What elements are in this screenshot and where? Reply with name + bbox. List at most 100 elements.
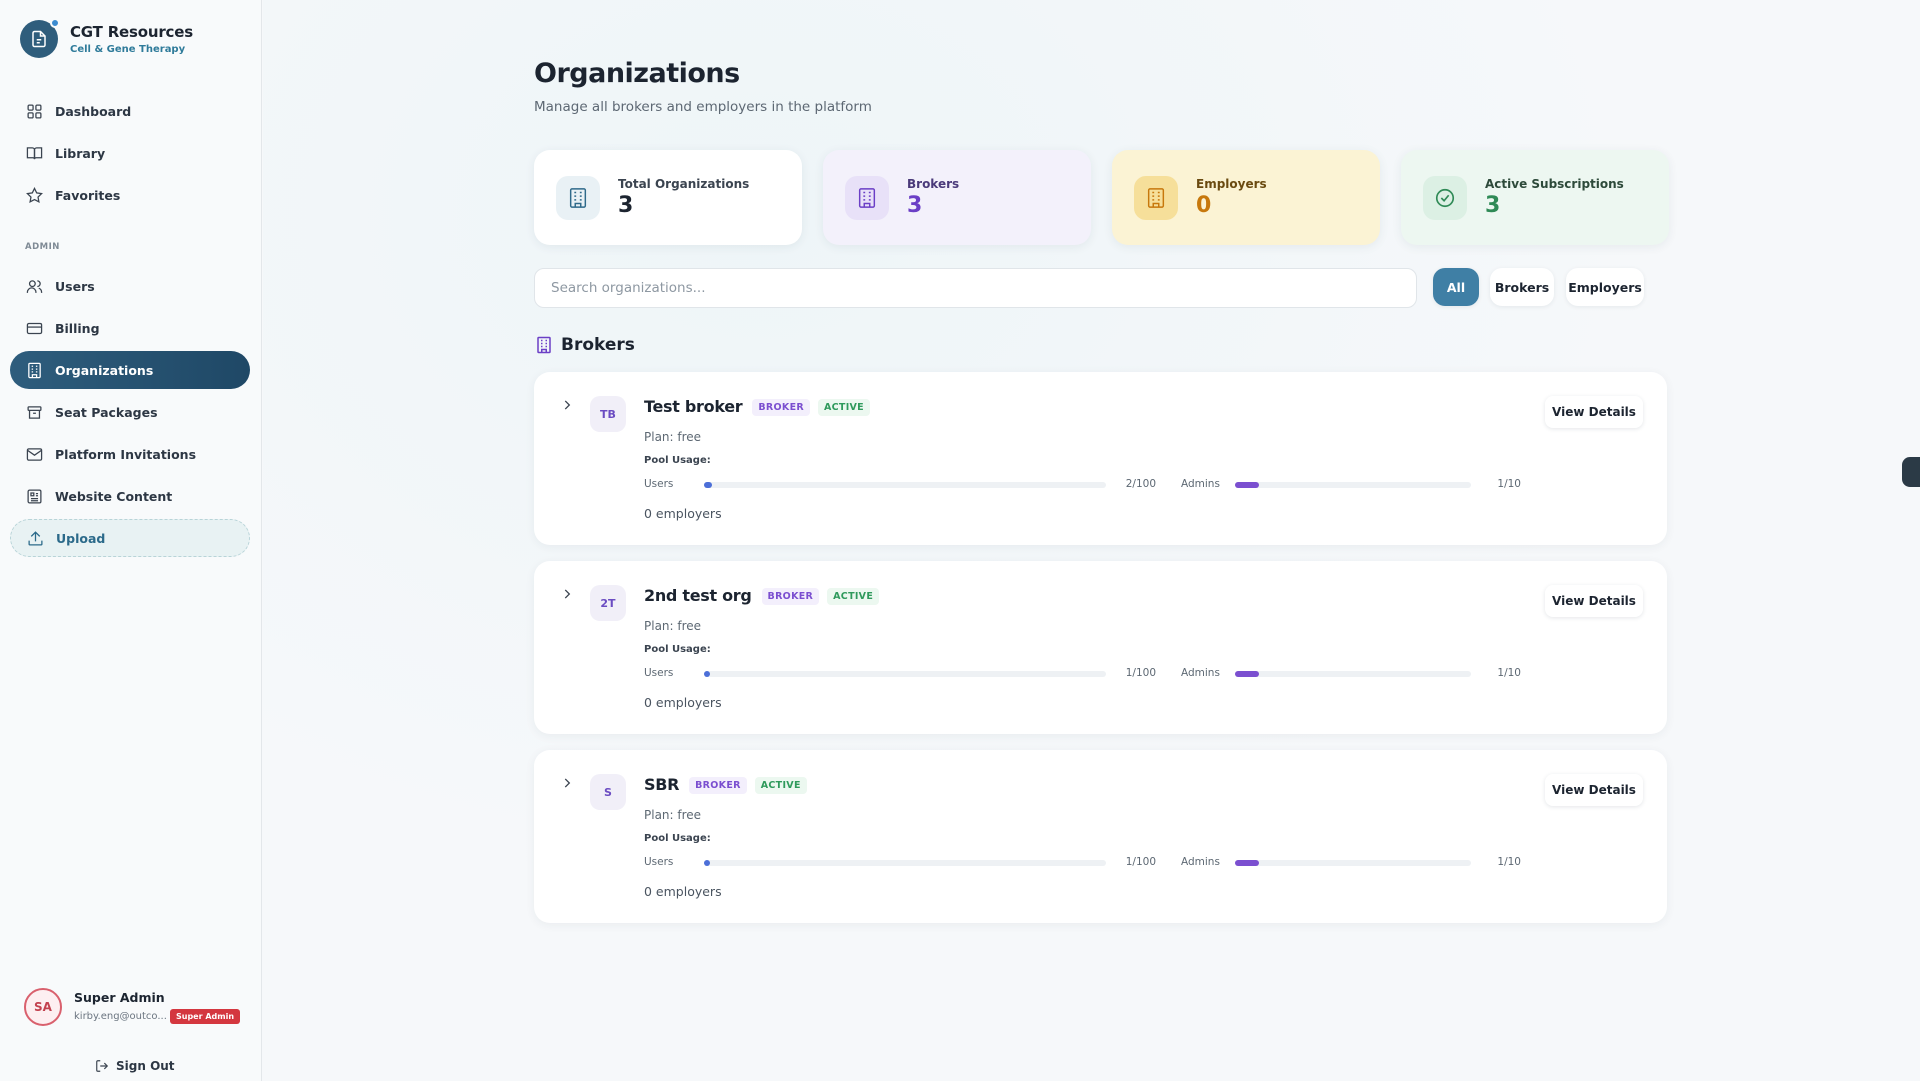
stat-label: Employers <box>1196 177 1267 191</box>
building-icon <box>556 175 600 220</box>
admins-progress-fill <box>1235 860 1259 866</box>
users-count: 2/100 <box>1125 478 1156 490</box>
admins-label: Admins <box>1181 478 1220 490</box>
organization-card: 2T 2nd test org BROKER ACTIVE Plan: free… <box>534 561 1667 734</box>
view-details-button[interactable]: View Details <box>1545 585 1643 617</box>
sidebar-item-label: Favorites <box>55 187 121 203</box>
type-badge: BROKER <box>689 777 747 794</box>
pool-usage-label: Pool Usage: <box>644 455 711 466</box>
sidebar-item-favorites[interactable]: Favorites <box>10 176 250 214</box>
building-icon <box>1134 175 1178 220</box>
sidebar-item-dashboard[interactable]: Dashboard <box>10 92 250 130</box>
brand-subtitle: Cell & Gene Therapy <box>70 44 186 55</box>
admins-progress-bar <box>1235 671 1471 677</box>
stat-card-total-organizations: Total Organizations 3 <box>534 150 802 245</box>
users-count: 1/100 <box>1125 856 1156 868</box>
user-email: kirby.eng@outco... <box>74 1011 166 1022</box>
sidebar-item-website-content[interactable]: Website Content <box>10 477 250 515</box>
employers-count: 0 employers <box>644 506 722 521</box>
organization-card: TB Test broker BROKER ACTIVE Plan: free … <box>534 372 1667 545</box>
organization-avatar: S <box>590 774 626 810</box>
type-badge: BROKER <box>752 399 810 416</box>
sidebar-item-upload[interactable]: Upload <box>10 519 250 557</box>
view-details-button[interactable]: View Details <box>1545 396 1643 428</box>
stat-value: 3 <box>1485 193 1501 218</box>
mail-icon <box>26 447 43 461</box>
search-input[interactable] <box>534 268 1417 308</box>
sidebar-item-label: Library <box>55 145 106 161</box>
brand[interactable]: CGT Resources Cell & Gene Therapy <box>20 18 193 58</box>
upload-icon <box>28 530 43 546</box>
sign-out-button[interactable]: Sign Out <box>95 1059 175 1073</box>
type-badge: BROKER <box>761 588 820 605</box>
book-icon <box>26 146 43 159</box>
side-panel-handle[interactable] <box>1902 457 1920 487</box>
stat-label: Active Subscriptions <box>1485 177 1624 191</box>
document-icon <box>20 18 60 58</box>
users-label: Users <box>644 856 674 868</box>
role-badge: Super Admin <box>170 1009 241 1024</box>
brokers-section-header: Brokers <box>535 335 635 355</box>
filter-employers-button[interactable]: Employers <box>1566 268 1644 306</box>
users-progress-fill <box>704 671 710 677</box>
admins-progress-fill <box>1235 482 1259 488</box>
filter-brokers-button[interactable]: Brokers <box>1490 268 1554 306</box>
sidebar-item-label: Upload <box>56 530 106 546</box>
sidebar-item-label: Dashboard <box>55 103 132 119</box>
main-content: Organizations Manage all brokers and emp… <box>263 0 1920 1081</box>
stat-card-brokers: Brokers 3 <box>823 150 1091 245</box>
stat-value: 3 <box>907 193 923 218</box>
users-progress-bar <box>704 671 1106 677</box>
sidebar-item-label: Users <box>55 278 95 294</box>
organization-avatar: 2T <box>590 585 626 621</box>
organization-card: S SBR BROKER ACTIVE Plan: free Pool Usag… <box>534 750 1667 923</box>
sidebar-item-organizations[interactable]: Organizations <box>10 351 250 389</box>
sidebar-item-billing[interactable]: Billing <box>10 309 250 347</box>
user-profile[interactable]: SA Super Admin kirby.eng@outco... Super … <box>24 988 241 1026</box>
sidebar-item-users[interactable]: Users <box>10 267 250 305</box>
plan-text: Plan: free <box>644 430 702 444</box>
view-details-button[interactable]: View Details <box>1545 774 1643 806</box>
notification-dot <box>50 18 60 28</box>
logout-icon <box>96 1060 109 1072</box>
users-icon <box>26 279 43 293</box>
status-badge: ACTIVE <box>827 588 880 605</box>
content-icon <box>27 488 42 504</box>
sidebar: CGT Resources Cell & Gene Therapy Dashbo… <box>0 0 262 1081</box>
brand-title: CGT Resources <box>70 23 193 41</box>
plan-text: Plan: free <box>644 808 702 822</box>
sidebar-item-label: Website Content <box>55 488 173 504</box>
admins-progress-bar <box>1235 482 1471 488</box>
chevron-right-icon[interactable] <box>560 398 574 412</box>
status-badge: ACTIVE <box>754 777 807 794</box>
package-icon <box>27 405 42 419</box>
card-icon <box>26 322 43 334</box>
chevron-right-icon[interactable] <box>560 587 574 601</box>
sidebar-item-seat-packages[interactable]: Seat Packages <box>10 393 250 431</box>
admins-label: Admins <box>1181 667 1220 679</box>
admin-nav: Users Billing Organizations Seat Package… <box>10 267 250 557</box>
filter-all-button[interactable]: All <box>1433 268 1479 306</box>
organization-name[interactable]: SBR <box>644 775 679 794</box>
users-count: 1/100 <box>1125 667 1156 679</box>
check-circle-icon <box>1423 175 1467 220</box>
user-name: Super Admin <box>74 990 165 1005</box>
sidebar-item-label: Seat Packages <box>55 404 158 420</box>
avatar: SA <box>24 988 62 1026</box>
users-label: Users <box>644 478 674 490</box>
sign-out-label: Sign Out <box>116 1059 175 1073</box>
chevron-right-icon[interactable] <box>560 776 574 790</box>
users-progress-fill <box>704 860 710 866</box>
organization-name[interactable]: Test broker <box>644 397 743 416</box>
organization-name[interactable]: 2nd test org <box>644 586 752 605</box>
sidebar-item-platform-invitations[interactable]: Platform Invitations <box>10 435 250 473</box>
admins-count: 1/10 <box>1497 856 1521 868</box>
admins-count: 1/10 <box>1497 478 1521 490</box>
building-icon <box>537 336 551 354</box>
stat-card-employers: Employers 0 <box>1112 150 1380 245</box>
employers-count: 0 employers <box>644 884 722 899</box>
sidebar-item-label: Platform Invitations <box>55 446 197 462</box>
sidebar-item-library[interactable]: Library <box>10 134 250 172</box>
page-title: Organizations <box>534 58 740 89</box>
users-progress-fill <box>704 482 713 488</box>
